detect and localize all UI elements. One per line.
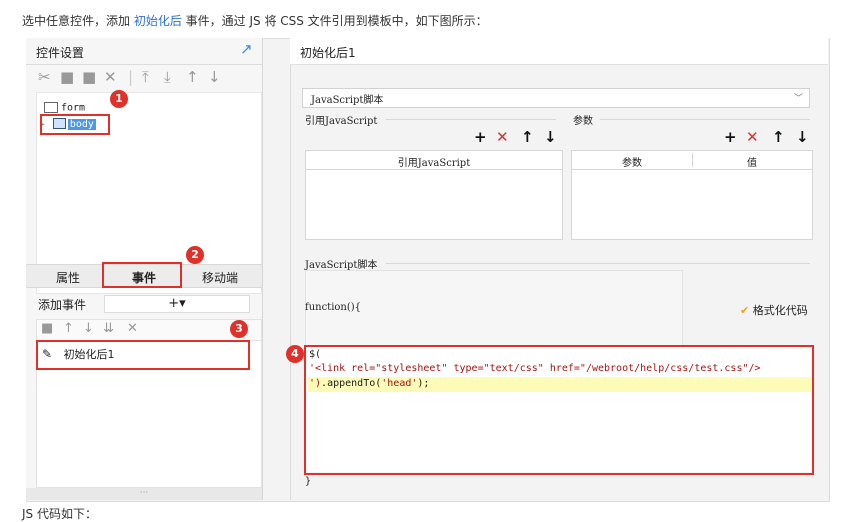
move-down-icon[interactable]: ↓ [544,128,557,146]
move-top-icon[interactable]: ⤒ [142,68,149,86]
resize-handle[interactable]: ··· [26,488,262,500]
delete-icon[interactable]: ✕ [746,128,759,146]
copy-icon[interactable]: ■ [60,68,74,86]
divider [600,119,810,120]
table-header: 参数 值 [572,151,812,170]
panel-title: 控件设置 [36,46,85,60]
tree-node-form[interactable]: form [44,102,85,114]
move-up-icon[interactable]: ↑ [63,321,74,336]
cut-icon[interactable]: ✂ [38,68,51,86]
add-icon[interactable]: + [724,128,737,146]
move-up-icon[interactable]: ↑ [186,68,199,86]
param-group-label: 参数 [573,116,593,127]
badge-4: 4 [286,345,304,363]
divider [386,119,556,120]
move-down-icon[interactable]: ↓ [796,128,809,146]
highlight-box-3 [36,340,250,370]
tab-properties[interactable]: 属性 [56,269,80,286]
brush-icon: ✔ [740,304,750,317]
move-bottom-icon[interactable]: ⤓ [164,68,171,86]
event-toolbar: ■ ↑ ↓ ⇊ ✕ [36,319,262,341]
action-type-select[interactable]: JavaScript脚本 ﹀ [302,88,810,108]
intro-text: 选中任意控件，添加 初始化后 事件，通过 JS 将 CSS 文件引用到模板中，如… [22,14,488,28]
editor-title: 初始化后1 [300,46,356,60]
param-table: 参数 值 [571,150,813,240]
divider: | [128,68,134,86]
divider [386,263,810,264]
editor-header: 初始化后1 [290,38,828,65]
expand-icon[interactable]: ↗ [240,40,253,58]
badge-3: 3 [230,320,248,338]
ref-js-table: 引用JavaScript [305,150,563,240]
move-down-icon[interactable]: ↓ [208,68,221,86]
intro-highlight: 初始化后 [133,14,182,28]
highlight-box-1 [40,114,110,135]
script-header-area [305,270,683,352]
bottom-text: JS 代码如下： [22,507,97,521]
ref-js-group-label: 引用JavaScript [305,116,378,127]
control-settings-panel: 控件设置 ↗ ✂ ■ ■ ✕ | ⤒ ⤓ ↑ ↓ form ▶ body 1 属… [26,38,263,500]
paste-icon[interactable]: ■ [82,68,96,86]
function-start: function(){ [305,302,362,313]
add-event-label: 添加事件 [38,298,87,312]
copy-icon[interactable]: ■ [41,321,53,336]
form-icon [44,102,58,113]
move-up-icon[interactable]: ↑ [772,128,785,146]
badge-2: 2 [186,246,204,264]
move-down-icon[interactable]: ↓ [83,321,94,336]
move-bottom-icon[interactable]: ⇊ [103,321,114,336]
script-group-label: JavaScript脚本 [305,260,378,271]
add-icon[interactable]: + [474,128,487,146]
highlight-box-4 [304,345,814,475]
highlight-box-2 [102,262,182,288]
add-event-dropdown[interactable]: +▾ [104,295,250,313]
delete-icon[interactable]: ✕ [104,68,117,86]
badge-1: 1 [110,90,128,108]
delete-icon[interactable]: ✕ [127,321,138,336]
table-header: 引用JavaScript [306,151,562,170]
tab-mobile[interactable]: 移动端 [202,269,238,286]
format-code-button[interactable]: ✔ 格式化代码 [740,302,808,318]
delete-icon[interactable]: ✕ [496,128,509,146]
chevron-down-icon: ﹀ [793,94,803,104]
move-up-icon[interactable]: ↑ [521,128,534,146]
panel-header: 控件设置 ↗ [26,38,262,65]
function-end: } [305,476,312,487]
